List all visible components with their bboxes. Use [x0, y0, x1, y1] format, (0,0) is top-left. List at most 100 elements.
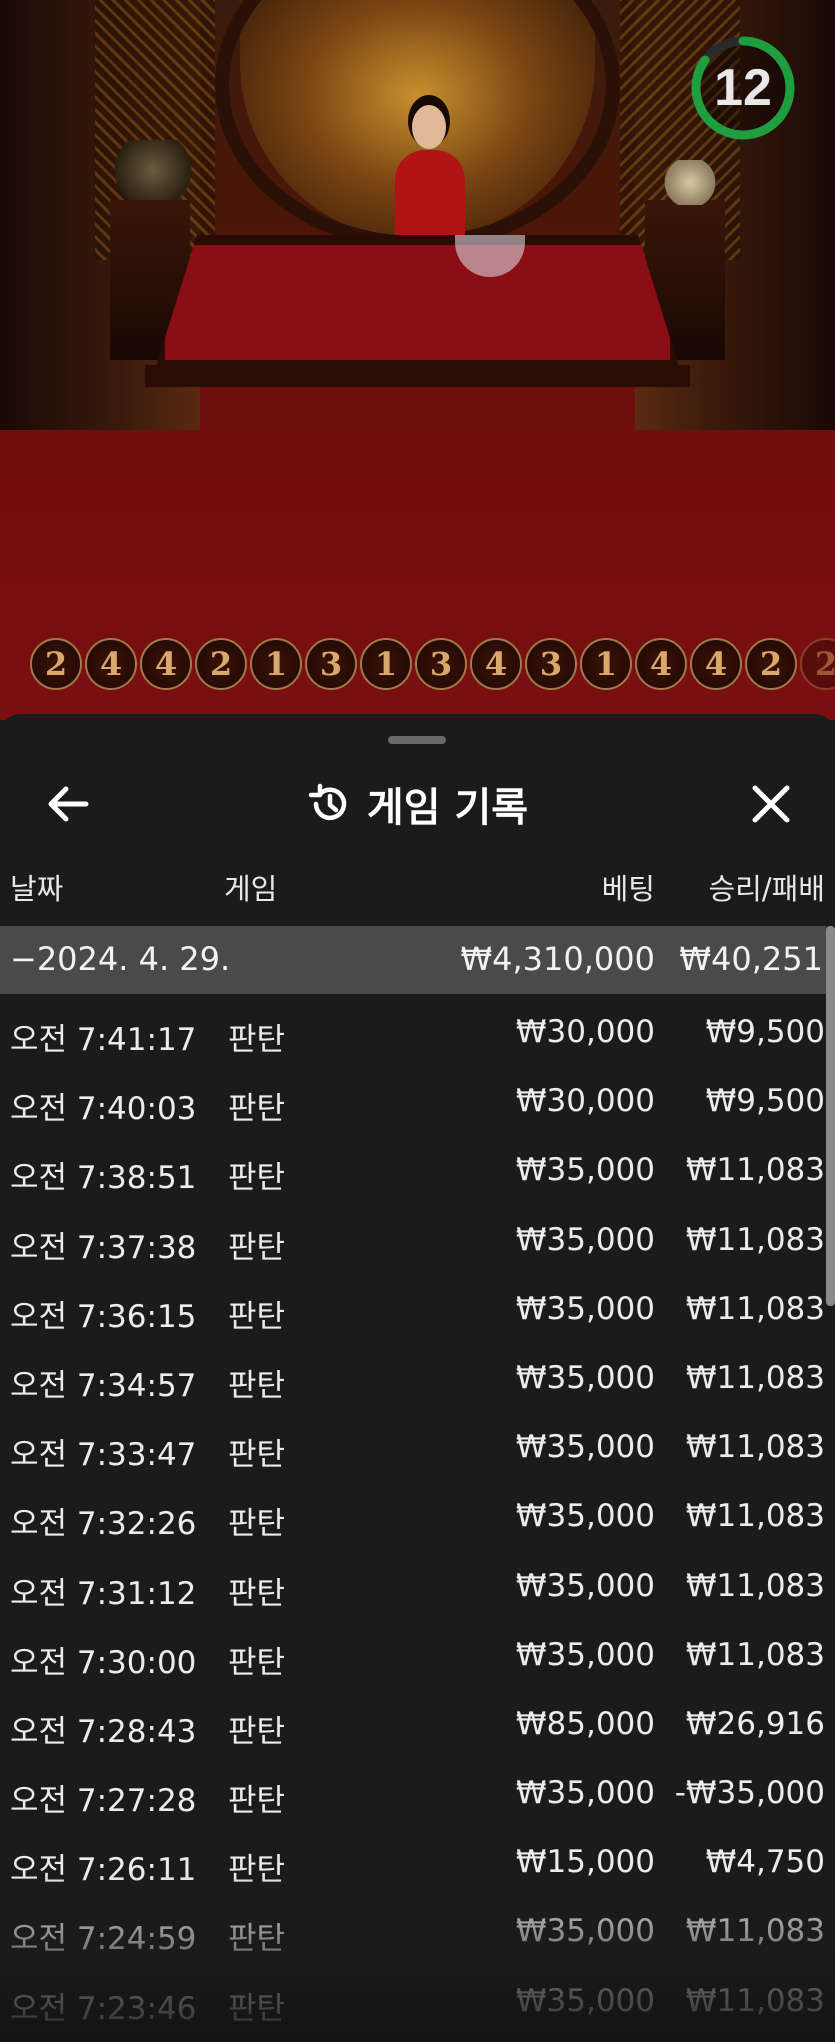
- row-result: ₩11,083: [685, 1498, 825, 1535]
- drag-handle[interactable]: [388, 736, 446, 744]
- row-bet: ₩35,000: [515, 1913, 655, 1950]
- result-bead: 4: [635, 638, 687, 690]
- row-time: 오전 7:24:59: [10, 1921, 197, 1958]
- game-table: [155, 235, 680, 370]
- result-bead: 2: [745, 638, 797, 690]
- date-group-row[interactable]: −2024. 4. 29. ₩4,310,000 ₩40,251: [0, 926, 826, 994]
- result-bead: 3: [305, 638, 357, 690]
- row-time: 오전 7:30:00: [10, 1644, 197, 1681]
- row-bet: ₩35,000: [515, 1775, 655, 1812]
- row-game: 판탄: [228, 1506, 286, 1543]
- panel-header: 게임 기록: [0, 764, 835, 844]
- row-bet: ₩35,000: [515, 1359, 655, 1396]
- result-bead: 1: [580, 638, 632, 690]
- history-row[interactable]: 오전 7:23:46 판탄 ₩35,000 ₩11,083: [0, 1965, 835, 2034]
- history-icon: [308, 783, 347, 821]
- row-result: ₩11,083: [685, 1567, 825, 1604]
- row-bet: ₩35,000: [515, 1636, 655, 1673]
- dragon-statue: [655, 160, 725, 205]
- row-result: -₩35,000: [674, 1775, 825, 1812]
- result-bead: 3: [415, 638, 467, 690]
- col-game: 게임: [224, 872, 278, 906]
- row-bet: ₩30,000: [515, 1014, 655, 1050]
- history-row[interactable]: 오전 7:33:47 판탄 ₩35,000 ₩11,083: [0, 1411, 835, 1480]
- row-time: 오전 7:36:15: [10, 1298, 197, 1335]
- close-icon: [752, 785, 790, 823]
- row-bet: ₩35,000: [515, 1982, 655, 2019]
- row-time: 오전 7:32:26: [10, 1506, 197, 1543]
- row-time: 오전 7:37:38: [10, 1229, 197, 1266]
- bonsai-plant: [108, 140, 198, 200]
- row-game: 판탄: [228, 1091, 286, 1128]
- history-row[interactable]: 오전 7:28:43 판탄 ₩85,000 ₩26,916: [0, 1688, 835, 1757]
- row-bet: ₩35,000: [515, 1567, 655, 1604]
- result-bead: 4: [470, 638, 522, 690]
- row-game: 판탄: [228, 1367, 286, 1404]
- row-result: ₩11,083: [685, 1429, 825, 1466]
- group-date: −2024. 4. 29.: [10, 940, 231, 978]
- row-result: ₩11,083: [685, 1152, 825, 1189]
- table-edge: [145, 365, 690, 387]
- history-row[interactable]: 오전 7:27:28 판탄 ₩35,000 -₩35,000: [0, 1757, 835, 1826]
- row-game: 판탄: [228, 1298, 286, 1335]
- row-result: ₩11,083: [685, 1913, 825, 1950]
- row-game: 판탄: [228, 1713, 286, 1750]
- history-row[interactable]: 오전 7:38:51 판탄 ₩35,000 ₩11,083: [0, 1134, 835, 1203]
- history-row[interactable]: 오전 7:31:12 판탄 ₩35,000 ₩11,083: [0, 1550, 835, 1619]
- row-bet: ₩85,000: [515, 1705, 655, 1742]
- col-bet: 베팅: [601, 872, 655, 906]
- row-result: ₩11,083: [685, 1359, 825, 1396]
- result-bead: 1: [360, 638, 412, 690]
- row-time: 오전 7:40:03: [10, 1091, 197, 1128]
- panel-title-group: 게임 기록: [0, 772, 835, 836]
- row-result: ₩9,500: [705, 1014, 825, 1050]
- row-result: ₩11,083: [685, 1221, 825, 1258]
- row-game: 판탄: [228, 1229, 286, 1266]
- row-game: 판탄: [228, 1783, 286, 1820]
- history-row[interactable]: 오전 7:34:57 판탄 ₩35,000 ₩11,083: [0, 1342, 835, 1411]
- result-bead: 2: [800, 638, 835, 690]
- group-bet-total: ₩4,310,000: [460, 940, 656, 978]
- history-row[interactable]: 오전 7:30:00 판탄 ₩35,000 ₩11,083: [0, 1619, 835, 1688]
- history-row[interactable]: 오전 7:41:17 판탄 ₩30,000 ₩9,500: [0, 996, 835, 1065]
- close-button[interactable]: [743, 778, 799, 830]
- row-game: 판탄: [228, 1575, 286, 1612]
- row-time: 오전 7:31:12: [10, 1575, 197, 1612]
- col-date: 날짜: [10, 872, 64, 906]
- row-time: 오전 7:23:46: [10, 1990, 197, 2027]
- row-bet: ₩35,000: [515, 1221, 655, 1258]
- result-bead: 4: [140, 638, 192, 690]
- row-time: 오전 7:33:47: [10, 1437, 197, 1474]
- panel-title: 게임 기록: [366, 785, 529, 831]
- row-game: 판탄: [228, 1644, 286, 1681]
- history-row[interactable]: 오전 7:37:38 판탄 ₩35,000 ₩11,083: [0, 1204, 835, 1273]
- row-game: 판탄: [228, 1437, 286, 1474]
- result-bead: 3: [525, 638, 577, 690]
- row-bet: ₩35,000: [515, 1429, 655, 1466]
- row-result: ₩4,750: [705, 1844, 825, 1881]
- history-row[interactable]: 오전 7:36:15 판탄 ₩35,000 ₩11,083: [0, 1273, 835, 1342]
- row-time: 오전 7:41:17: [10, 1022, 197, 1058]
- row-bet: ₩35,000: [515, 1290, 655, 1327]
- row-game: 판탄: [228, 1990, 286, 2027]
- row-result: ₩9,500: [705, 1083, 825, 1120]
- history-row[interactable]: 오전 7:32:26 판탄 ₩35,000 ₩11,083: [0, 1480, 835, 1549]
- row-bet: ₩35,000: [515, 1152, 655, 1189]
- result-bead: 4: [690, 638, 742, 690]
- row-game: 판탄: [228, 1852, 286, 1889]
- game-history-panel: 게임 기록 날짜 게임 베팅 승리/패배 −2024. 4. 29. ₩4,31…: [0, 714, 835, 2042]
- history-row[interactable]: 오전 7:40:03 판탄 ₩30,000 ₩9,500: [0, 1065, 835, 1134]
- row-result: ₩11,083: [685, 1982, 825, 2019]
- history-row[interactable]: 오전 7:26:11 판탄 ₩15,000 ₩4,750: [0, 1826, 835, 1895]
- row-bet: ₩15,000: [515, 1844, 655, 1881]
- scrollbar[interactable]: [826, 926, 835, 1306]
- result-bead: 2: [30, 638, 82, 690]
- row-game: 판탄: [228, 1921, 286, 1958]
- result-bead: 1: [250, 638, 302, 690]
- row-bet: ₩30,000: [515, 1083, 655, 1120]
- row-time: 오전 7:28:43: [10, 1713, 197, 1750]
- history-row[interactable]: 오전 7:24:59 판탄 ₩35,000 ₩11,083: [0, 1895, 835, 1964]
- row-result: ₩26,916: [685, 1705, 825, 1742]
- result-bead: 4: [85, 638, 137, 690]
- row-time: 오전 7:26:11: [10, 1852, 197, 1889]
